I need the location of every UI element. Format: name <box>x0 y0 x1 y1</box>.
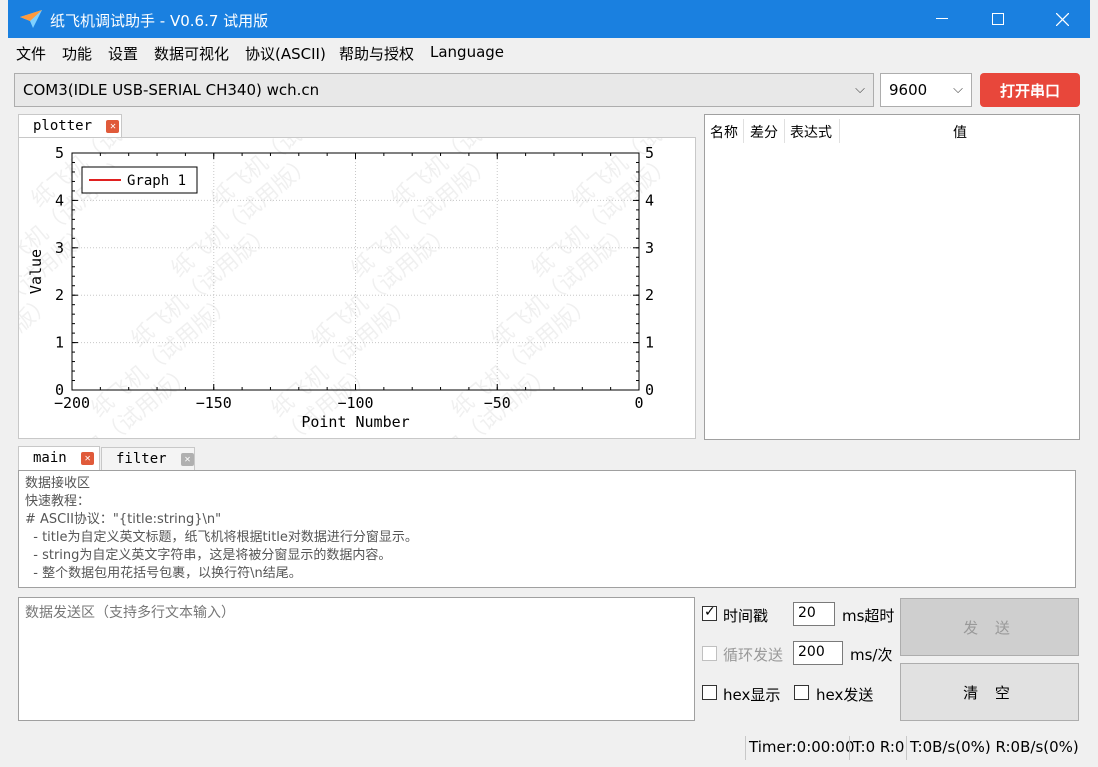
y-tick-label-right: 5 <box>645 144 654 162</box>
port-select-value: COM3(IDLE USB-SERIAL CH340) wch.cn <box>23 81 320 99</box>
send-button[interactable]: 发 送 <box>900 598 1079 656</box>
menu-help[interactable]: 帮助与授权 <box>339 43 414 64</box>
hex-send-label: hex发送 <box>816 686 874 704</box>
hex-display-checkbox[interactable] <box>702 685 717 700</box>
loop-send-checkbox[interactable] <box>702 646 717 661</box>
close-tab-icon[interactable]: ✕ <box>81 452 95 465</box>
y-tick-label: 3 <box>55 239 64 257</box>
status-divider <box>745 736 746 760</box>
minimize-button[interactable] <box>914 0 970 38</box>
y-tick-label: 2 <box>55 286 64 304</box>
tab-plotter[interactable]: plotter ✕ <box>18 114 122 138</box>
x-tick-label: −50 <box>484 394 511 412</box>
tab-plotter-label: plotter <box>33 118 93 134</box>
y-tick-label-right: 0 <box>645 381 654 399</box>
loop-interval-unit: ms/次 <box>850 646 893 664</box>
menu-language[interactable]: Language <box>430 43 504 61</box>
y-tick-label: 1 <box>55 334 64 352</box>
menu-file[interactable]: 文件 <box>16 43 46 64</box>
tab-filter[interactable]: filter ✕ <box>101 447 195 471</box>
status-divider <box>906 736 907 760</box>
x-axis-label: Point Number <box>301 413 409 431</box>
x-tick-label: 0 <box>634 394 643 412</box>
receive-line: - string为自定义英文字符串，这是将被分窗显示的数据内容。 <box>25 548 392 563</box>
timeout-unit: ms超时 <box>842 607 895 625</box>
column-separator <box>743 119 744 143</box>
status-counts: T:0 R:0 <box>853 738 905 756</box>
clear-button[interactable]: 清 空 <box>900 663 1079 721</box>
receive-line: # ASCII协议："{title:string}\n" <box>25 512 222 527</box>
tab-main-label: main <box>33 450 67 466</box>
receive-line: 数据接收区 <box>25 476 91 491</box>
column-separator <box>839 119 840 143</box>
column-separator <box>784 119 785 143</box>
receive-line: - 整个数据包用花括号包裹，以换行符\n结尾。 <box>25 566 302 581</box>
loop-interval-input[interactable]: 200 <box>793 641 843 665</box>
status-timer: Timer:0:00:00 <box>749 738 855 756</box>
maximize-icon <box>992 13 1004 25</box>
timestamp-label: 时间戳 <box>723 607 769 625</box>
y-tick-label-right: 4 <box>645 191 654 209</box>
x-tick-label: −100 <box>337 394 373 412</box>
hex-send-checkbox[interactable] <box>794 685 809 700</box>
hex-display-label: hex显示 <box>723 686 781 704</box>
legend-label: Graph 1 <box>127 173 186 189</box>
minimize-icon <box>936 18 948 19</box>
menu-protocol[interactable]: 协议(ASCII) <box>245 43 326 64</box>
menu-visualization[interactable]: 数据可视化 <box>154 43 229 64</box>
open-port-button[interactable]: 打开串口 <box>980 73 1080 107</box>
timestamp-checkbox[interactable]: ✓ <box>702 604 717 621</box>
close-icon <box>1055 12 1069 26</box>
menu-bar: 文件 功能 设置 数据可视化 协议(ASCII) 帮助与授权 Language <box>8 38 1090 66</box>
tab-filter-label: filter <box>116 451 167 467</box>
y-tick-label-right: 1 <box>645 334 654 352</box>
port-select[interactable]: COM3(IDLE USB-SERIAL CH340) wch.cn ⌵ <box>14 73 874 107</box>
variable-table[interactable]: 名称 差分 表达式 值 <box>704 114 1080 440</box>
close-button[interactable] <box>1034 0 1090 38</box>
tab-main[interactable]: main ✕ <box>18 446 100 470</box>
column-value[interactable]: 值 <box>953 122 967 142</box>
y-tick-label: 0 <box>55 381 64 399</box>
receive-line: - title为自定义英文标题，纸飞机将根据title对数据进行分窗显示。 <box>25 530 418 545</box>
timeout-input[interactable]: 20 <box>793 602 835 626</box>
chevron-down-icon: ⌵ <box>953 82 963 97</box>
loop-send-label: 循环发送 <box>723 646 784 664</box>
x-tick-label: −150 <box>196 394 232 412</box>
status-rates: T:0B/s(0%) R:0B/s(0%) <box>910 738 1079 756</box>
legend[interactable]: Graph 1 <box>81 166 198 194</box>
baud-select[interactable]: 9600 ⌵ <box>880 73 972 107</box>
send-input[interactable]: 数据发送区（支持多行文本输入） <box>18 597 695 721</box>
status-divider <box>849 736 850 760</box>
y-axis-label: Value <box>27 249 45 294</box>
y-tick-label: 4 <box>55 191 64 209</box>
paper-plane-icon <box>20 10 42 28</box>
send-placeholder: 数据发送区（支持多行文本输入） <box>25 605 235 621</box>
column-expression[interactable]: 表达式 <box>790 122 832 142</box>
y-tick-label-right: 3 <box>645 239 654 257</box>
check-icon: ✓ <box>704 604 716 620</box>
maximize-button[interactable] <box>970 0 1026 38</box>
plot-chart[interactable]: 纸飞机（试用版） 纸飞机（试用版） 纸飞机（试用版）纸飞机（试用版） 纸飞机（试用版）… <box>0 80 718 492</box>
y-tick-label: 5 <box>55 144 64 162</box>
y-tick-label-right: 2 <box>645 286 654 304</box>
baud-select-value: 9600 <box>889 81 928 99</box>
window-title: 纸飞机调试助手 - V0.6.7 试用版 <box>50 12 269 30</box>
plot-panel: 纸飞机（试用版） 纸飞机（试用版） 纸飞机（试用版） 纸飞机（试用版） 纸飞机（试用版）… <box>0 80 718 492</box>
chevron-down-icon: ⌵ <box>855 82 865 97</box>
close-tab-icon[interactable]: ✕ <box>106 120 120 133</box>
watermark-text: 纸飞机（试用版） <box>19 290 58 422</box>
app-window: 纸飞机调试助手 - V0.6.7 试用版 文件 功能 设置 数据可视化 协议(A… <box>0 0 1090 767</box>
status-bar: Timer:0:00:00 T:0 R:0 T:0B/s(0%) R:0B/s(… <box>8 732 1090 767</box>
receive-area[interactable]: 数据接收区 快速教程： # ASCII协议："{title:string}\n"… <box>18 470 1076 588</box>
column-name[interactable]: 名称 <box>710 122 738 142</box>
title-bar[interactable]: 纸飞机调试助手 - V0.6.7 试用版 <box>8 0 1090 38</box>
menu-settings[interactable]: 设置 <box>108 43 138 64</box>
close-tab-icon[interactable]: ✕ <box>181 453 195 466</box>
menu-function[interactable]: 功能 <box>62 43 92 64</box>
receive-line: 快速教程： <box>25 494 91 509</box>
column-diff[interactable]: 差分 <box>750 122 778 142</box>
